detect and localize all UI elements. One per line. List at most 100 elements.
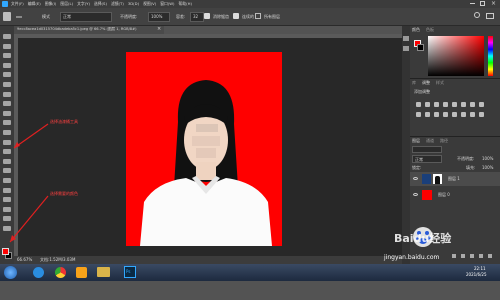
menu-item[interactable]: 文字(Y) [77,2,90,6]
invert-icon[interactable] [443,112,448,117]
adjust-panel-tabs: 库 调整 样式 [412,81,444,85]
photoshop-icon-label: Ps [126,269,131,274]
mode-select[interactable]: 正常 [60,12,112,22]
history-icon[interactable] [403,36,409,41]
paths-tab[interactable]: 路径 [440,139,448,143]
contiguous-checkbox[interactable] [233,13,239,19]
all-layers-label: 所有图层 [264,14,280,19]
menu-item[interactable]: 3D(D) [128,2,139,6]
watermark-url: jingyan.baidu.com [384,254,440,261]
chrome-icon[interactable] [55,267,66,278]
watermark-brand: Baidu经验 [394,232,452,245]
fill-value[interactable]: 100% [482,166,493,170]
menu-item[interactable]: 滤镜(T) [111,2,124,6]
menu-item[interactable]: 文件(F) [11,2,24,6]
levels-icon[interactable] [425,102,430,107]
adjustments-tab[interactable]: 调整 [422,81,430,85]
crop-tool-icon[interactable] [3,72,11,78]
layers-panel-tabs: 图层 通道 路径 [412,139,448,143]
close-button[interactable]: × [491,1,496,7]
brightness-icon[interactable] [416,102,421,107]
quick-select-tool-icon[interactable] [3,62,11,68]
maximize-button[interactable] [480,1,485,6]
menu-item[interactable]: 窗口(W) [160,2,174,6]
layer-thumbnail [422,190,432,200]
menu-item[interactable]: 编辑(E) [28,2,41,6]
workspace-icon[interactable] [486,13,494,19]
taskbar: Ps 22:11 2021/6/25 [0,264,500,281]
opacity-label: 不透明度: [120,14,138,19]
trash-icon[interactable] [488,254,492,258]
curves-icon[interactable] [434,102,439,107]
lasso-tool-icon[interactable] [3,53,11,59]
tolerance-label: 容差: [176,14,186,19]
menu-item[interactable]: 帮助(H) [179,2,192,6]
swatches-tab[interactable]: 色板 [426,28,434,32]
menu-item[interactable]: 图层(L) [60,2,73,6]
paint-bucket-icon[interactable] [3,12,11,21]
ie-icon[interactable] [33,267,44,278]
libraries-tab[interactable]: 库 [412,81,416,85]
vibrance-icon[interactable] [452,102,457,107]
layer-row[interactable]: 图层 0 [410,188,500,202]
eyedropper-tool-icon[interactable] [3,91,11,97]
baidu-watermark: Baidu经验 jingyan.baidu.com [380,222,480,262]
annotation-label-2: 选择需要的颜色 [50,191,78,196]
hue-sat-icon[interactable] [461,102,466,107]
layer-opacity-label: 不透明度: [457,156,475,161]
add-adjustment-label: 添加调整 [414,89,430,94]
channels-tab[interactable]: 通道 [426,139,434,143]
panel-bg-swatch[interactable] [417,44,424,51]
mode-label: 模式 [42,14,50,19]
media-player-icon[interactable] [76,267,87,278]
search-icon[interactable] [474,12,480,18]
channel-mixer-icon[interactable] [425,112,430,117]
tolerance-input[interactable]: 32 [190,12,204,22]
document-info: 文档:1.52M/3.03M [40,257,76,262]
color-lookup-icon[interactable] [434,112,439,117]
selective-color-icon[interactable] [479,112,484,117]
color-tab[interactable]: 颜色 [412,28,420,32]
styles-tab[interactable]: 样式 [436,81,444,85]
start-button[interactable] [4,266,17,279]
posterize-icon[interactable] [452,112,457,117]
close-tab-icon[interactable]: × [157,27,161,32]
photo-canvas[interactable] [126,52,282,246]
minimize-button[interactable] [470,3,475,4]
layer-opacity-value[interactable]: 100% [482,157,493,161]
frame-tool-icon[interactable] [3,82,11,87]
mask-silhouette-icon [435,176,440,184]
hue-slider[interactable] [488,36,493,76]
layers-tab[interactable]: 图层 [412,139,420,143]
opacity-input[interactable]: 100% [148,12,170,22]
layer-thumbnail [422,174,431,184]
color-field[interactable] [428,36,484,76]
annotation-label-1: 选择油漆桶工具 [50,119,78,124]
move-tool-icon[interactable] [3,34,11,39]
menu-item[interactable]: 图像(I) [45,2,57,6]
marquee-tool-icon[interactable] [3,43,11,49]
document-tab[interactable]: 9ecc8acea1d0315704dbadeba5c1.jpeg @ 66.7… [14,26,164,34]
menu-item[interactable]: 视图(V) [143,2,156,6]
blend-mode-select[interactable]: 正常 [412,155,442,163]
layer-name: 图层 1 [448,176,460,181]
layer-row[interactable]: 图层 1 [410,172,500,186]
photo-filter-icon[interactable] [416,112,421,117]
explorer-icon[interactable] [97,267,110,277]
fill-label: 填充: [466,165,476,170]
bw-icon[interactable] [479,102,484,107]
antialias-label: 消除锯齿 [213,14,229,19]
visibility-eye-icon[interactable] [413,193,418,196]
antialias-checkbox[interactable] [204,13,210,19]
threshold-icon[interactable] [461,112,466,117]
gradient-map-icon[interactable] [470,112,475,117]
visibility-eye-icon[interactable] [413,177,418,180]
zoom-level: 66.67% [17,257,33,262]
exposure-icon[interactable] [443,102,448,107]
all-layers-checkbox[interactable] [255,13,261,19]
properties-icon[interactable] [403,46,409,51]
menu-item[interactable]: 选择(S) [94,2,107,6]
layer-filter-select[interactable] [412,146,442,153]
color-panel-tabs: 颜色 色板 [412,28,434,32]
color-balance-icon[interactable] [470,102,475,107]
